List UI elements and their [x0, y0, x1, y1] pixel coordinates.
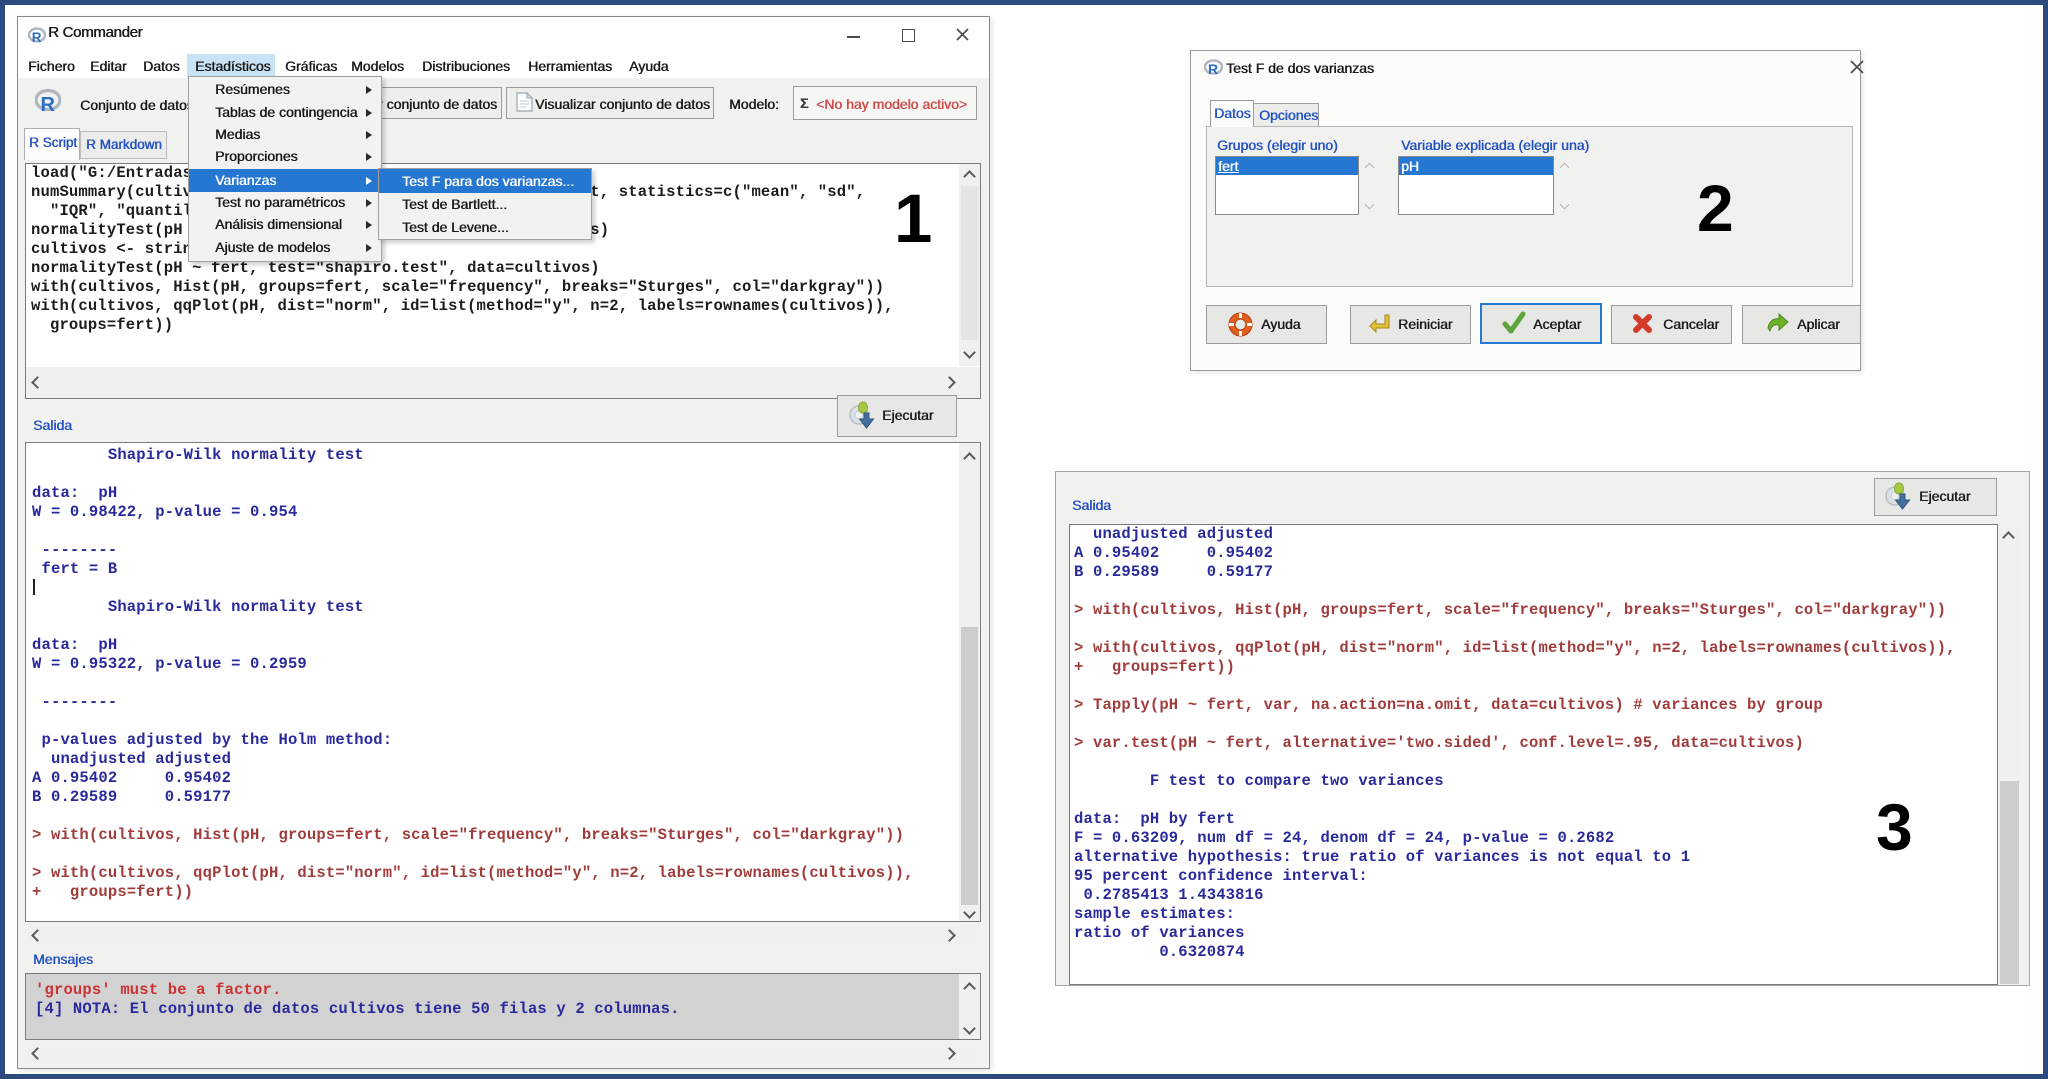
svg-text:R: R: [41, 94, 56, 116]
svg-text:R: R: [32, 30, 42, 45]
svg-text:R: R: [1208, 61, 1218, 77]
